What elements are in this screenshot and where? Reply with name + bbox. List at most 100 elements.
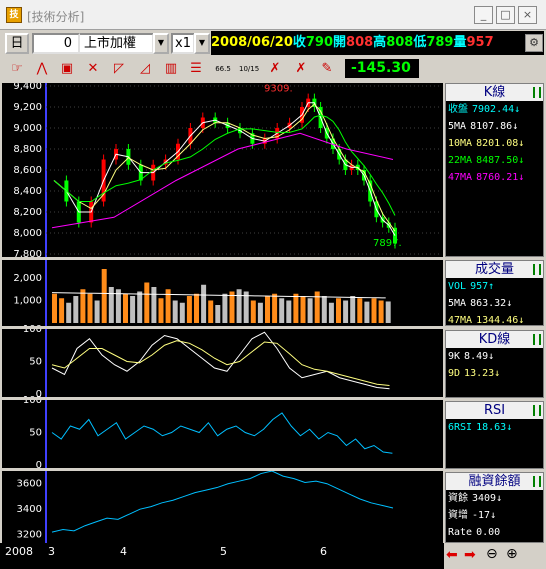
chart-area[interactable]: 9,400 9,200 9,000 8,800 8,600 8,400 8,200 8,000… [2,83,443,543]
ruler-icon[interactable]: 66.5 [212,59,234,79]
period-button[interactable]: 日 [5,33,29,54]
panel-divider [2,397,443,400]
trend-arrow-icon: ↓ [488,351,495,362]
scroll-right-arrow-icon[interactable]: ➡ [464,547,476,563]
bar-chart-icon[interactable] [533,405,541,416]
volume-bar [257,302,263,323]
speed-icon[interactable]: ◿ [134,59,156,79]
date-icon[interactable]: 10/15 [238,59,260,79]
info-value: -17 [472,510,491,521]
k-info-row: 22MA 8487.50↓ [448,155,543,167]
volume-bar [350,296,356,323]
info-label: 9D [448,368,461,379]
volume-bar [286,300,292,323]
trend-arrow-icon: ↓ [514,104,521,115]
low-label: 低 [413,35,427,50]
stock-dropdown-chevron-down-icon[interactable]: ▼ [153,33,169,54]
volume-bar [314,291,320,323]
zoom-in-icon[interactable]: ⊕ [506,546,518,562]
month-label: 6 [320,545,327,558]
delete-icon[interactable]: ✗ [264,59,286,79]
trend-arrow-icon: ↓ [496,493,503,504]
period-icon[interactable]: ▥ [160,59,182,79]
volume-bar [250,300,256,323]
trend-arrow-icon: ↓ [506,422,513,433]
panel-divider [2,468,443,471]
margin-info-row: 資增 -17↓ [448,510,543,522]
volume-bar [300,296,306,323]
stock-code-input[interactable]: 0 [32,33,80,54]
k-info-panel: K線 收盤 7902.44↓ 5MA 8107.86↓ 10MA 8201.08↓ 22MA… [445,83,544,257]
kd-info-row: 9K 8.49↓ [448,351,543,363]
settings-gear-icon[interactable]: ⚙ [525,34,543,52]
minimize-button[interactable]: _ [474,6,493,24]
multiplier-chevron-down-icon[interactable]: ▼ [194,33,210,54]
info-value: 0.00 [476,527,501,538]
quote-date: 2008/06/20 [211,35,293,50]
cross-icon[interactable]: ✗ [290,59,312,79]
volume-panel-title: 成交量 [446,261,543,278]
volume-bar [215,305,221,323]
volume-value: 957 [466,35,494,50]
high-label: 高 [373,35,387,50]
volume-bar [108,287,114,323]
volume-bar [371,298,377,323]
margin-info-row: Rate 0.00 [448,527,543,539]
info-value: 8487.50 [476,155,519,166]
bar-chart-icon[interactable] [533,87,541,98]
info-label: 5MA [448,121,467,132]
volume-bar [336,298,341,323]
y-tick-label: 9,400 [13,83,42,92]
zoom-out-icon[interactable]: ⊖ [486,546,498,562]
y-tick-label: 50 [29,428,42,439]
fan-icon[interactable]: ✕ [82,59,104,79]
volume-bar [59,298,65,323]
month-label: 5 [220,545,227,558]
volume-bar [115,289,121,323]
close-button[interactable]: × [518,6,537,24]
info-value: 1344.46 [476,315,519,326]
year-label: 2008 [5,545,33,558]
info-value: 18.63 [476,422,507,433]
volume-bar [293,293,299,323]
pencil-icon[interactable]: ✎ [316,59,338,79]
scroll-left-arrow-icon[interactable]: ⬅ [446,547,458,563]
volume-bar [186,296,192,323]
lines-icon[interactable]: ☰ [185,59,207,79]
info-label: 5MA [448,298,467,309]
margin-info-row: 資餘 3409↓ [448,493,543,505]
volume-bar [123,293,128,323]
trend-arrow-icon: ↓ [490,510,497,521]
volume-bar [279,298,285,323]
bar-chart-icon[interactable] [533,334,541,345]
bar-chart-icon[interactable] [533,476,541,487]
draw-icon[interactable]: ⋀ [31,59,53,79]
month-label: 4 [120,545,127,558]
trend-arrow-icon: ↑ [488,281,495,292]
volume-bar [66,302,72,323]
stock-name-field[interactable]: 上市加權 [80,33,154,54]
maximize-button[interactable]: □ [496,6,515,24]
box-icon[interactable]: ▣ [56,59,78,79]
margin-line [51,470,394,533]
info-label: 資增 [448,510,468,521]
info-value: 7902.44 [472,104,515,115]
info-label: 10MA [448,138,473,149]
y-tick-label: 1,000 [13,296,42,307]
info-value: 957 [470,281,489,292]
vol-info-row: 47MA 1344.46↓ [448,315,543,327]
volume-bar [328,302,334,323]
volume-bar [87,293,93,323]
multiplier-select[interactable]: x1 [171,33,195,54]
angle-icon[interactable]: ◸ [108,59,130,79]
bar-chart-icon[interactable] [533,264,541,275]
info-label: 47MA [448,172,473,183]
title-bar: 技 [技術分析] _ □ × [0,0,546,30]
close-label: 收 [292,35,306,50]
volume-bar [378,300,384,323]
price-change: -145.30 [345,59,419,78]
info-value: 13.23 [464,368,495,379]
volume-bar [364,301,370,323]
hand-icon[interactable]: ☞ [6,59,28,79]
trend-arrow-icon: ↓ [506,298,513,309]
